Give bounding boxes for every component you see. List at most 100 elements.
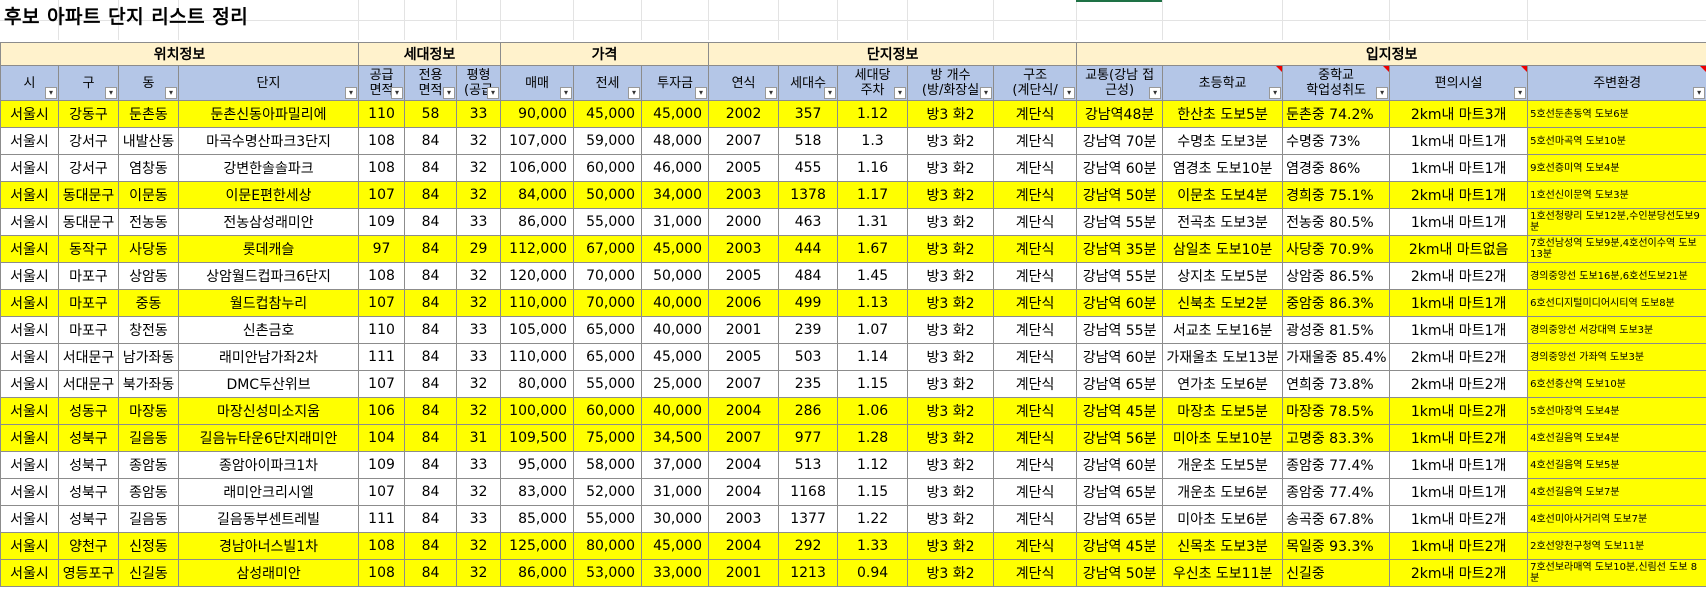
cell-structure[interactable]: 계단식 (993, 289, 1078, 317)
cell-middle-school[interactable]: 종암중 77.4% (1282, 478, 1391, 506)
cell-transport[interactable]: 강남역 50분 (1076, 181, 1164, 209)
cell-elementary-school[interactable]: 가재울초 도보13분 (1162, 343, 1284, 371)
cell-transport[interactable]: 강남역 65분 (1076, 505, 1164, 533)
cell-transport[interactable]: 강남역 45분 (1076, 532, 1164, 560)
cell-complex[interactable]: 마장신성미소지움 (177, 397, 360, 425)
cell-rooms[interactable]: 방3 화2 (907, 343, 995, 371)
cell-pyeong[interactable]: 33 (456, 208, 502, 236)
cell-district[interactable]: 서대문구 (58, 370, 119, 398)
cell-transport[interactable]: 강남역 55분 (1076, 316, 1164, 344)
cell-investment[interactable]: 45,000 (641, 532, 710, 560)
cell-city[interactable]: 서울시 (0, 397, 59, 425)
filter-dropdown-icon[interactable]: ▾ (1063, 87, 1076, 99)
cell-pyeong[interactable]: 32 (456, 289, 502, 317)
cell-investment[interactable]: 40,000 (641, 397, 710, 425)
column-header-structure[interactable]: 구조 (계단식/▾ (993, 65, 1078, 101)
cell-exclusive-area[interactable]: 84 (404, 181, 458, 209)
column-header-jeonse[interactable]: 전세 ▾ (573, 65, 643, 101)
cell-supply-area[interactable]: 97 (358, 235, 406, 263)
cell-elementary-school[interactable]: 마장초 도보5분 (1162, 397, 1284, 425)
cell-transport[interactable]: 강남역 70분 (1076, 127, 1164, 155)
cell-surroundings[interactable]: 경의중앙선 서강대역 도보3분 (1527, 316, 1706, 344)
column-header-amenities[interactable]: 편의시설 ▾ (1389, 65, 1529, 101)
cell-surroundings[interactable]: 4호선길음역 도보5분 (1527, 451, 1706, 479)
filter-dropdown-icon[interactable]: ▾ (560, 87, 573, 99)
cell-jeonse[interactable]: 65,000 (573, 316, 643, 344)
cell-rooms[interactable]: 방3 화2 (907, 478, 995, 506)
cell-transport[interactable]: 강남역 65분 (1076, 478, 1164, 506)
cell-exclusive-area[interactable]: 84 (404, 370, 458, 398)
cell-sale-price[interactable]: 112,000 (500, 235, 575, 263)
cell-dong[interactable]: 염창동 (118, 154, 179, 182)
cell-investment[interactable]: 45,000 (641, 100, 710, 128)
cell-exclusive-area[interactable]: 84 (404, 424, 458, 452)
cell-households[interactable]: 503 (778, 343, 839, 371)
cell-district[interactable]: 동대문구 (58, 181, 119, 209)
cell-supply-area[interactable]: 108 (358, 532, 406, 560)
cell-year-built[interactable]: 2000 (708, 208, 780, 236)
cell-rooms[interactable]: 방3 화2 (907, 181, 995, 209)
cell-jeonse[interactable]: 55,000 (573, 208, 643, 236)
cell-supply-area[interactable]: 109 (358, 451, 406, 479)
cell-surroundings[interactable]: 5호선마곡역 도보10분 (1527, 127, 1706, 155)
cell-city[interactable]: 서울시 (0, 154, 59, 182)
cell-rooms[interactable]: 방3 화2 (907, 316, 995, 344)
cell-city[interactable]: 서울시 (0, 235, 59, 263)
cell-transport[interactable]: 강남역 55분 (1076, 208, 1164, 236)
filter-dropdown-icon[interactable]: ▾ (1514, 87, 1527, 99)
cell-dong[interactable]: 신길동 (118, 559, 179, 587)
cell-middle-school[interactable]: 전농중 80.5% (1282, 208, 1391, 236)
cell-rooms[interactable]: 방3 화2 (907, 208, 995, 236)
cell-elementary-school[interactable]: 신목초 도보3분 (1162, 532, 1284, 560)
cell-dong[interactable]: 이문동 (118, 181, 179, 209)
filter-dropdown-icon[interactable]: ▾ (1269, 87, 1282, 99)
cell-pyeong[interactable]: 32 (456, 262, 502, 290)
cell-households[interactable]: 357 (778, 100, 839, 128)
column-header-investment[interactable]: 투자금 ▾ (641, 65, 710, 101)
cell-transport[interactable]: 강남역 60분 (1076, 451, 1164, 479)
cell-year-built[interactable]: 2007 (708, 370, 780, 398)
cell-parking-per-household[interactable]: 1.13 (837, 289, 909, 317)
cell-rooms[interactable]: 방3 화2 (907, 532, 995, 560)
column-header-households[interactable]: 세대수 ▾ (778, 65, 839, 101)
cell-amenities[interactable]: 2km내 마트2개 (1389, 343, 1529, 371)
cell-elementary-school[interactable]: 신북초 도보2분 (1162, 289, 1284, 317)
cell-dong[interactable]: 종암동 (118, 478, 179, 506)
cell-households[interactable]: 444 (778, 235, 839, 263)
cell-dong[interactable]: 전농동 (118, 208, 179, 236)
cell-exclusive-area[interactable]: 84 (404, 505, 458, 533)
cell-sale-price[interactable]: 120,000 (500, 262, 575, 290)
cell-city[interactable]: 서울시 (0, 289, 59, 317)
cell-surroundings[interactable]: 7호선남성역 도보9분,4호선이수역 도보13분 (1527, 235, 1706, 263)
cell-investment[interactable]: 40,000 (641, 316, 710, 344)
cell-households[interactable]: 977 (778, 424, 839, 452)
cell-parking-per-household[interactable]: 1.06 (837, 397, 909, 425)
cell-investment[interactable]: 30,000 (641, 505, 710, 533)
cell-transport[interactable]: 강남역 35분 (1076, 235, 1164, 263)
cell-complex[interactable]: 월드컵참누리 (177, 289, 360, 317)
cell-rooms[interactable]: 방3 화2 (907, 154, 995, 182)
cell-year-built[interactable]: 2003 (708, 235, 780, 263)
cell-district[interactable]: 마포구 (58, 289, 119, 317)
column-header-district[interactable]: 구 ▾ (58, 65, 119, 101)
cell-exclusive-area[interactable]: 84 (404, 154, 458, 182)
cell-surroundings[interactable]: 5호선둔촌동역 도보6분 (1527, 100, 1706, 128)
cell-exclusive-area[interactable]: 84 (404, 289, 458, 317)
cell-transport[interactable]: 강남역 60분 (1076, 343, 1164, 371)
cell-sale-price[interactable]: 106,000 (500, 154, 575, 182)
cell-pyeong[interactable]: 32 (456, 559, 502, 587)
cell-year-built[interactable]: 2002 (708, 100, 780, 128)
cell-middle-school[interactable]: 중암중 86.3% (1282, 289, 1391, 317)
cell-rooms[interactable]: 방3 화2 (907, 505, 995, 533)
cell-dong[interactable]: 남가좌동 (118, 343, 179, 371)
cell-amenities[interactable]: 1km내 마트1개 (1389, 478, 1529, 506)
cell-amenities[interactable]: 1km내 마트1개 (1389, 154, 1529, 182)
cell-elementary-school[interactable]: 한산초 도보5분 (1162, 100, 1284, 128)
cell-year-built[interactable]: 2004 (708, 397, 780, 425)
cell-amenities[interactable]: 2km내 마트2개 (1389, 370, 1529, 398)
cell-surroundings[interactable]: 4호선미아사거리역 도보7분 (1527, 505, 1706, 533)
cell-supply-area[interactable]: 111 (358, 343, 406, 371)
cell-households[interactable]: 518 (778, 127, 839, 155)
cell-dong[interactable]: 종암동 (118, 451, 179, 479)
cell-amenities[interactable]: 1km내 마트1개 (1389, 127, 1529, 155)
